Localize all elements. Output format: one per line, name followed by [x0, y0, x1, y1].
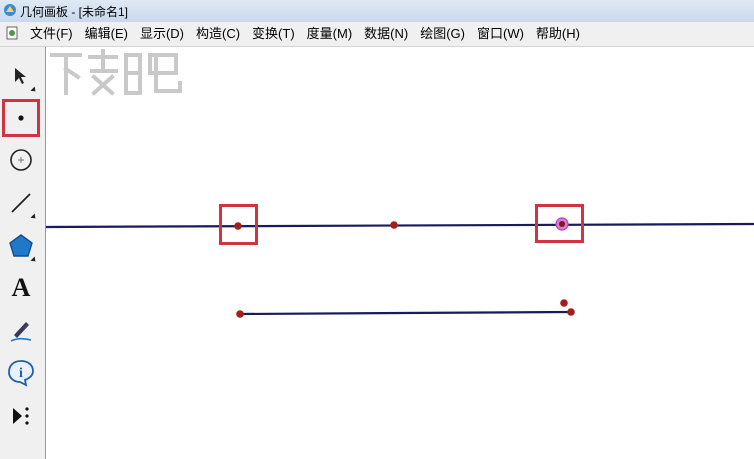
free-point[interactable] — [560, 299, 568, 307]
menu-edit[interactable]: 编辑(E) — [79, 22, 134, 46]
menu-help[interactable]: 帮助(H) — [530, 22, 586, 46]
polygon-tool[interactable] — [2, 227, 40, 265]
marker-tool-icon — [10, 322, 32, 342]
point-tool-icon — [18, 115, 24, 121]
straightedge-tool-icon — [11, 193, 31, 213]
menu-graph[interactable]: 绘图(G) — [414, 22, 471, 46]
segment-endpoint[interactable] — [236, 310, 244, 318]
highlight-box — [219, 204, 258, 245]
menu-measure[interactable]: 度量(M) — [301, 22, 359, 46]
text-tool[interactable]: A — [2, 269, 40, 307]
selection-arrow-tool[interactable] — [2, 57, 40, 95]
watermark-logo — [50, 49, 182, 96]
menu-window[interactable]: 窗口(W) — [471, 22, 530, 46]
custom-tool-icon — [13, 407, 29, 425]
document-icon[interactable] — [5, 26, 19, 40]
svg-text:i: i — [19, 366, 23, 381]
sketch-drawing[interactable] — [46, 47, 754, 459]
app-icon — [4, 4, 16, 16]
point-tool[interactable] — [2, 99, 40, 137]
sketch-canvas[interactable] — [46, 47, 754, 459]
straightedge-tool[interactable] — [2, 184, 40, 222]
polygon-tool-icon — [9, 234, 33, 257]
line-segment[interactable] — [239, 310, 572, 316]
window-title: 几何画板 - [未命名1] — [20, 5, 129, 19]
menu-number[interactable]: 数据(N) — [358, 22, 414, 46]
segment-endpoint[interactable] — [567, 308, 575, 316]
custom-tool[interactable] — [2, 397, 40, 435]
point-on-line[interactable] — [390, 221, 398, 229]
text-tool-icon: A — [11, 273, 31, 302]
information-tool[interactable]: i — [2, 354, 40, 392]
selection-arrow-icon — [15, 68, 26, 84]
title-bar: 几何画板 - [未命名1] — [0, 0, 754, 23]
information-tool-icon: i — [8, 360, 34, 387]
menu-transform[interactable]: 变换(T) — [246, 22, 301, 46]
menu-file[interactable]: 文件(F) — [24, 22, 79, 46]
compass-tool-icon — [10, 149, 32, 171]
menu-display[interactable]: 显示(D) — [134, 22, 190, 46]
construction-line[interactable] — [46, 222, 754, 229]
highlight-box — [535, 204, 584, 243]
compass-tool[interactable] — [2, 141, 40, 179]
toolbox: A i — [0, 47, 46, 459]
marker-tool[interactable] — [2, 311, 40, 349]
menu-construct[interactable]: 构造(C) — [190, 22, 246, 46]
menu-bar: 文件(F) 编辑(E) 显示(D) 构造(C) 变换(T) 度量(M) 数据(N… — [0, 22, 754, 47]
